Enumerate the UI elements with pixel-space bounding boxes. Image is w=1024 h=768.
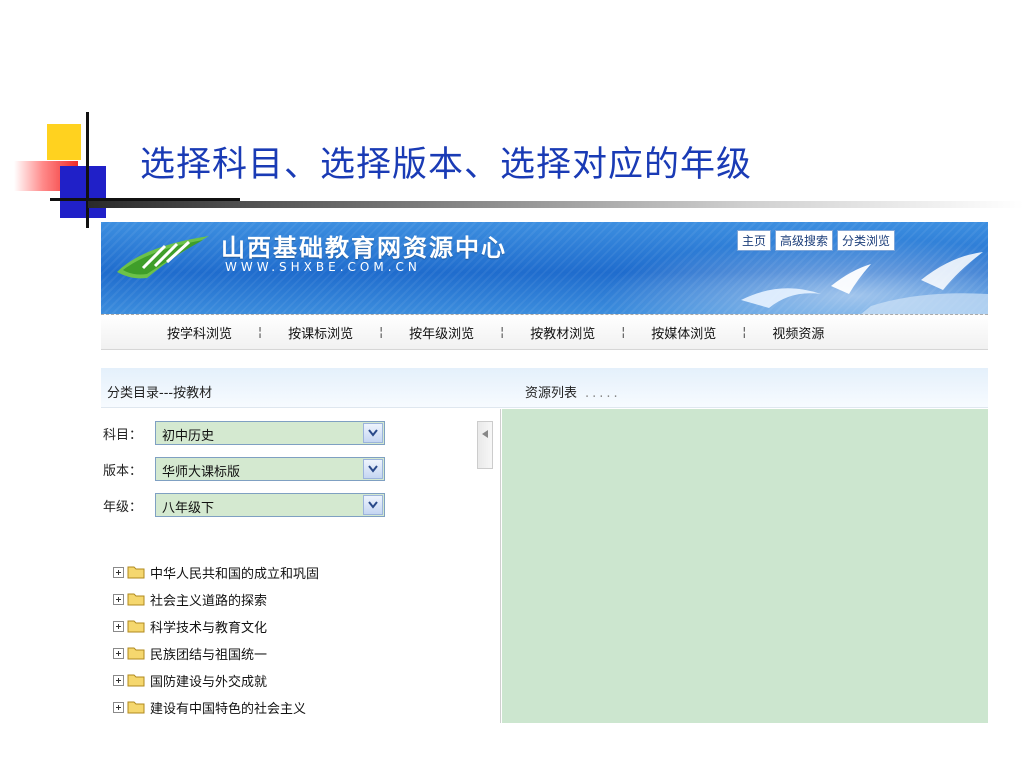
home-link[interactable]: 主页 <box>737 230 772 251</box>
tree-item[interactable]: 建设有中国特色的社会主义 <box>113 696 306 718</box>
site-name: 山西基础教育网资源中心 <box>221 234 507 262</box>
collapse-panel-button[interactable] <box>477 421 493 469</box>
plus-box-icon[interactable] <box>113 701 124 713</box>
plus-box-icon[interactable] <box>113 647 124 659</box>
category-directory-title: 分类目录---按教材 <box>107 386 213 401</box>
site-url: WWW.SHXBE.COM.CN <box>225 260 421 274</box>
folder-icon <box>127 647 145 660</box>
edition-label: 版本： <box>103 463 143 479</box>
panel-divider <box>473 409 501 723</box>
nav-browse-by-media[interactable]: 按媒体浏览 <box>651 323 716 342</box>
advanced-search-link[interactable]: 高级搜索 <box>775 230 834 251</box>
resource-list-title: 资源列表..... <box>525 382 621 401</box>
nav-video-resources[interactable]: 视频资源 <box>772 323 824 342</box>
main-nav: 按学科浏览 ¦ 按课标浏览 ¦ 按年级浏览 ¦ 按教材浏览 ¦ 按媒体浏览 ¦ … <box>101 314 988 350</box>
subject-label: 科目： <box>103 427 143 443</box>
birds-decoration-icon <box>741 252 988 314</box>
nav-browse-by-curriculum[interactable]: 按课标浏览 <box>288 323 353 342</box>
edition-select[interactable]: 华师大课标版 <box>155 457 385 481</box>
nav-browse-by-grade[interactable]: 按年级浏览 <box>409 323 474 342</box>
tree-item[interactable]: 社会主义道路的探索 <box>113 588 267 610</box>
slide-deco-yellow-square <box>47 124 81 160</box>
top-links: 主页 高级搜索 分类浏览 <box>737 230 896 251</box>
nav-separator: ¦ <box>621 325 626 339</box>
nav-separator: ¦ <box>379 325 384 339</box>
chevron-down-icon <box>368 429 378 437</box>
nav-browse-by-subject[interactable]: 按学科浏览 <box>167 323 232 342</box>
chevron-down-icon <box>368 501 378 509</box>
tree-item-label: 科学技术与教育文化 <box>150 620 268 636</box>
edition-dropdown-button[interactable] <box>363 459 383 479</box>
plus-box-icon[interactable] <box>113 674 124 686</box>
folder-icon <box>127 593 145 606</box>
category-panel: 科目： 初中历史 版本： 华师大课标版 年级： 八年级下 中华人民共和国的成立和… <box>101 409 473 723</box>
grade-row: 年级： 八年级下 <box>103 493 385 517</box>
nav-separator: ¦ <box>742 325 747 339</box>
tree-item-label: 民族团结与祖国统一 <box>150 647 268 663</box>
chevron-down-icon <box>368 465 378 473</box>
grade-select-value: 八年级下 <box>162 501 215 516</box>
slide-deco-vertical-line <box>86 112 89 228</box>
plus-box-icon[interactable] <box>113 620 124 632</box>
tree-item-label: 中华人民共和国的成立和巩固 <box>150 566 320 582</box>
tree-item-label: 建设有中国特色的社会主义 <box>150 701 307 717</box>
tree-item-label: 国防建设与外交成就 <box>150 674 268 690</box>
slide-title: 选择科目、选择版本、选择对应的年级 <box>140 145 753 185</box>
panel-header: 分类目录---按教材 资源列表..... <box>101 368 988 408</box>
grade-dropdown-button[interactable] <box>363 495 383 515</box>
subject-select[interactable]: 初中历史 <box>155 421 385 445</box>
triangle-left-icon <box>482 430 488 438</box>
subject-row: 科目： 初中历史 <box>103 421 385 445</box>
resource-center-screenshot: 山西基础教育网资源中心 WWW.SHXBE.COM.CN 主页 高级搜索 分类浏… <box>101 222 988 723</box>
nav-separator: ¦ <box>258 325 263 339</box>
tree-item-label: 社会主义道路的探索 <box>150 593 268 609</box>
grade-select[interactable]: 八年级下 <box>155 493 385 517</box>
subject-select-value: 初中历史 <box>162 429 215 444</box>
slide-title-rule <box>88 201 1024 208</box>
grade-label: 年级： <box>103 499 143 515</box>
plus-box-icon[interactable] <box>113 593 124 605</box>
nav-separator: ¦ <box>500 325 505 339</box>
spacer <box>101 350 988 368</box>
folder-icon <box>127 566 145 579</box>
plus-box-icon[interactable] <box>113 566 124 578</box>
tree-item[interactable]: 国防建设与外交成就 <box>113 669 267 691</box>
site-banner: 山西基础教育网资源中心 WWW.SHXBE.COM.CN 主页 高级搜索 分类浏… <box>101 222 988 314</box>
subject-dropdown-button[interactable] <box>363 423 383 443</box>
site-logo-icon <box>117 236 209 279</box>
nav-browse-by-textbook[interactable]: 按教材浏览 <box>530 323 595 342</box>
tree-item[interactable]: 科学技术与教育文化 <box>113 615 267 637</box>
edition-select-value: 华师大课标版 <box>162 465 241 480</box>
edition-row: 版本： 华师大课标版 <box>103 457 385 481</box>
resource-list-panel <box>502 409 988 723</box>
tree-item[interactable]: 民族团结与祖国统一 <box>113 642 267 664</box>
tree-item[interactable]: 中华人民共和国的成立和巩固 <box>113 561 319 583</box>
folder-icon <box>127 620 145 633</box>
resource-list-dots: ..... <box>585 386 621 401</box>
resource-list-label: 资源列表 <box>525 386 578 401</box>
category-browse-link[interactable]: 分类浏览 <box>837 230 896 251</box>
folder-icon <box>127 701 145 714</box>
slide-deco-blue-square <box>60 166 106 218</box>
folder-icon <box>127 674 145 687</box>
